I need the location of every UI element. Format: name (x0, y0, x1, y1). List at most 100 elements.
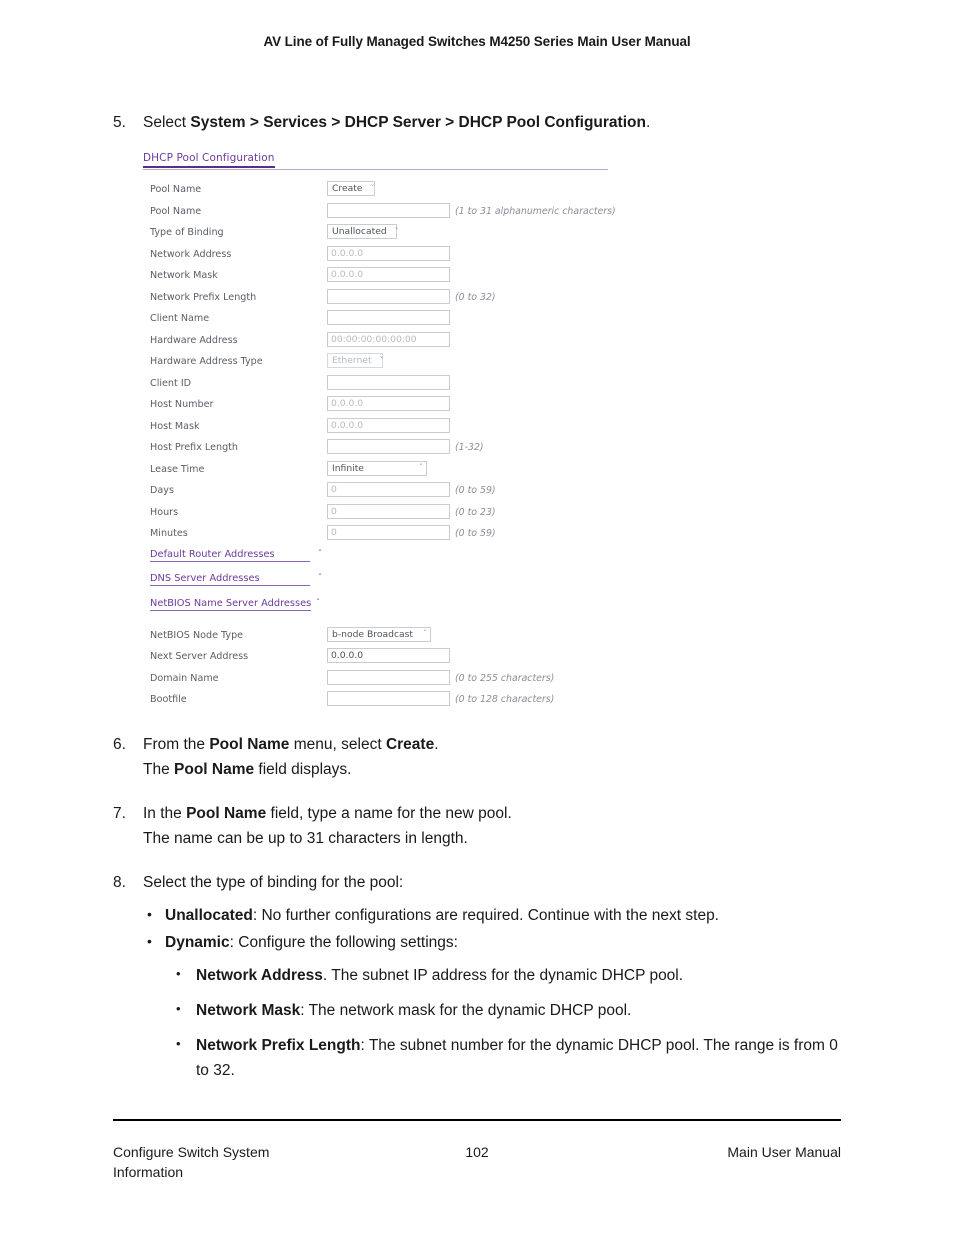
control-hours[interactable] (327, 503, 450, 519)
hint-domain-name: (0 to 255 characters) (455, 672, 555, 684)
control-hardware-address-type[interactable]: Ethernet ˇ (327, 353, 384, 368)
control-netbios-node-type[interactable]: b-node Broadcast ˇ (327, 626, 431, 642)
list-item: Dynamic: Configure the following setting… (143, 930, 855, 955)
control-client-id[interactable] (327, 374, 450, 390)
bullet-term-network-prefix-length: Network Prefix Length (196, 1037, 361, 1055)
pool-name-dropdown[interactable]: Create ˇ (327, 181, 375, 196)
step-5-post: . (645, 114, 651, 131)
chevron-down-icon[interactable]: ˇ (318, 573, 322, 582)
form-row-network-mask: Network Mask (150, 267, 613, 289)
expandable-row-netbios-name-server-addresses: NetBIOS Name Server Addresses ˇ (150, 596, 613, 627)
bullet-sep: : (360, 1037, 369, 1055)
label-hardware-address: Hardware Address (150, 334, 238, 346)
network-prefix-length-input[interactable] (327, 288, 450, 304)
label-host-number: Host Number (150, 399, 214, 410)
control-next-server-address[interactable] (327, 648, 450, 663)
label-network-mask: Network Mask (150, 270, 218, 281)
form-row-next-server-address: Next Server Address (150, 648, 613, 670)
control-bootfile[interactable] (327, 691, 450, 706)
step-6-l2-pre: The (143, 761, 175, 779)
control-host-mask[interactable] (327, 417, 450, 433)
step-6-l2-bold: Pool Name (174, 761, 255, 779)
bullet-term-dynamic: Dynamic (165, 934, 230, 952)
hardware-address-type-dropdown[interactable]: Ethernet ˇ (327, 353, 384, 368)
host-mask-input[interactable] (327, 417, 450, 433)
network-mask-input[interactable] (327, 267, 450, 282)
control-network-address[interactable] (327, 245, 450, 261)
control-host-prefix-length[interactable] (327, 439, 450, 454)
chevron-down-icon[interactable]: ˇ (316, 598, 320, 607)
list-item: Network Mask: The network mask for the d… (170, 998, 855, 1023)
client-id-input[interactable] (327, 374, 450, 390)
days-input[interactable] (327, 482, 450, 497)
label-host-prefix-length: Host Prefix Length (150, 442, 239, 453)
control-network-mask[interactable] (327, 267, 450, 282)
chevron-down-icon[interactable]: ˇ (318, 549, 322, 558)
step-7-line-1: In the Pool Name field, type a name for … (143, 801, 853, 826)
minutes-input[interactable] (327, 525, 450, 540)
expandable-default-router-addresses[interactable]: Default Router Addresses (150, 549, 310, 562)
control-pool-name-text[interactable] (327, 202, 450, 218)
host-number-input[interactable] (327, 396, 450, 411)
network-address-input[interactable] (327, 245, 450, 261)
control-lease-time[interactable]: Infinite ˇ (327, 460, 427, 476)
dhcp-pool-configuration-screenshot: DHCP Pool Configuration Pool Name Create… (143, 152, 616, 706)
control-minutes[interactable] (327, 525, 450, 540)
binding-type-list: Unallocated: No further configurations a… (143, 903, 855, 957)
step-5-pre: Select (143, 114, 191, 131)
step-7-line-2: The name can be up to 31 characters in l… (143, 830, 468, 848)
lease-time-dropdown[interactable]: Infinite ˇ (327, 460, 427, 476)
hint-host-prefix-length: (1-32) (455, 442, 484, 453)
control-host-number[interactable] (327, 396, 450, 411)
label-host-mask: Host Mask (150, 420, 200, 432)
control-hardware-address[interactable] (327, 331, 450, 347)
control-pool-name-select[interactable]: Create ˇ (327, 181, 375, 196)
hardware-address-type-dropdown-value: Ethernet (332, 355, 372, 366)
hardware-address-input[interactable] (327, 331, 450, 347)
bootfile-input[interactable] (327, 691, 450, 706)
expandable-netbios-name-server-addresses[interactable]: NetBIOS Name Server Addresses (150, 598, 312, 611)
type-of-binding-dropdown[interactable]: Unallocated ˇ (327, 224, 399, 239)
control-network-prefix-length[interactable] (327, 288, 450, 304)
pool-name-input[interactable] (327, 202, 450, 218)
form-row-bootfile: Bootfile (0 to 128 characters) (150, 691, 613, 713)
form-row-client-name: Client Name (150, 310, 613, 332)
client-name-input[interactable] (327, 310, 450, 325)
step-6-line-2: The Pool Name field displays. (143, 757, 853, 782)
control-client-name[interactable] (327, 310, 450, 325)
dhcp-pool-form: Pool Name Create ˇ Pool Name (1 to 31 al… (150, 181, 616, 713)
pool-name-dropdown-value: Create (332, 183, 363, 194)
hours-input[interactable] (327, 503, 450, 519)
control-type-of-binding[interactable]: Unallocated ˇ (327, 224, 399, 239)
form-row-host-number: Host Number (150, 396, 613, 418)
step-6-l1-post: . (434, 736, 439, 753)
netbios-node-type-dropdown[interactable]: b-node Broadcast ˇ (327, 626, 431, 642)
step-7-l1-pre: In the (143, 805, 187, 822)
label-client-id: Client ID (150, 377, 192, 389)
lease-time-dropdown-value: Infinite (332, 462, 364, 474)
form-row-host-prefix-length: Host Prefix Length (1-32) (150, 439, 613, 461)
bullet-term-unallocated: Unallocated (165, 907, 253, 924)
hint-hours: (0 to 23) (455, 506, 496, 518)
step-8-text: Select the type of binding for the pool: (143, 874, 404, 891)
form-row-lease-time: Lease Time Infinite ˇ (150, 460, 613, 483)
domain-name-input[interactable] (327, 669, 450, 685)
panel-divider (143, 169, 608, 170)
next-server-address-input[interactable] (327, 648, 450, 663)
form-row-days: Days (0 to 59) (150, 482, 613, 504)
footer-document-title: Main User Manual (727, 1144, 841, 1160)
control-days[interactable] (327, 482, 450, 497)
chevron-down-icon: ˇ (394, 226, 399, 236)
list-item: Unallocated: No further configurations a… (143, 903, 855, 928)
form-row-pool-name-select: Pool Name Create ˇ (150, 181, 613, 203)
bullet-sep: : (229, 934, 239, 952)
step-7: 7. In the Pool Name field, type a name f… (113, 801, 853, 851)
step-7-text: In the Pool Name field, type a name for … (143, 801, 853, 851)
step-6-number: 6. (113, 736, 126, 753)
step-5-text: Select System > Services > DHCP Server >… (143, 110, 853, 135)
control-domain-name[interactable] (327, 669, 450, 685)
host-prefix-length-input[interactable] (327, 439, 450, 454)
expandable-dns-server-addresses[interactable]: DNS Server Addresses (150, 573, 310, 586)
step-5-path: System > Services > DHCP Server > DHCP P… (190, 114, 646, 131)
step-6-l1-pre: From the (143, 736, 210, 753)
